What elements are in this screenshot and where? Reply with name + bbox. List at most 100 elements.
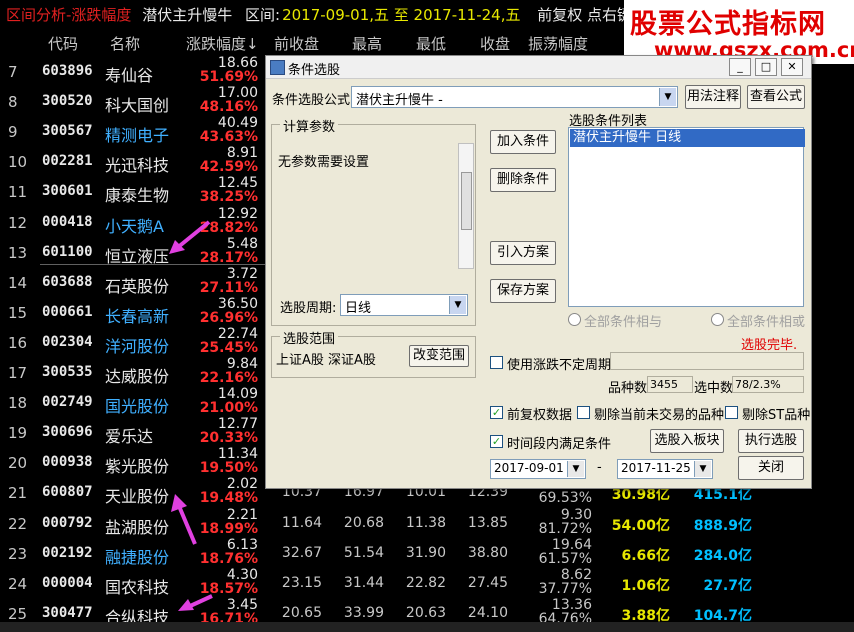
col-close[interactable]: 收盘 — [480, 33, 510, 54]
col-name[interactable]: 名称 — [110, 33, 140, 54]
table-row[interactable]: 24 000004 国农科技 4.30 18.57% 23.15 31.44 22.82 27.… — [0, 567, 854, 599]
period-select[interactable]: 日线 ▼ — [340, 294, 468, 316]
stock-code: 603688 — [42, 273, 93, 290]
add-to-block-button[interactable]: 选股入板块 — [650, 429, 724, 453]
range-label: 区间: — [245, 6, 281, 24]
close-icon[interactable]: ✕ — [781, 58, 803, 76]
stock-name: 爱乐达 — [105, 427, 154, 447]
stock-name: 光迅科技 — [105, 156, 170, 176]
usage-notes-button[interactable]: 用法注释 — [685, 85, 741, 109]
change-percent: 19.50% — [199, 460, 258, 477]
adjusted-data-checkbox[interactable]: ✓ — [490, 406, 503, 419]
count-label: 品种数 — [608, 381, 648, 396]
row-index: 7 — [8, 63, 18, 81]
stock-code: 000661 — [42, 303, 93, 320]
high-price: 51.54 — [343, 544, 384, 561]
change-percent: 51.69% — [199, 69, 258, 85]
high-price: 33.99 — [343, 604, 384, 621]
run-screen-button[interactable]: 执行选股 — [738, 429, 804, 453]
period-condition-checkbox[interactable]: ✓ — [490, 435, 503, 448]
window-title: 区间分析-涨跌幅度 — [6, 6, 132, 24]
stock-code: 000418 — [42, 213, 93, 230]
formula-select[interactable]: 潜伏主升慢牛 - ▼ — [351, 86, 678, 108]
row-index: 17 — [8, 364, 28, 382]
use-period-checkbox[interactable] — [490, 356, 503, 369]
condition-list-item[interactable]: 潜伏主升慢牛 日线 — [570, 129, 805, 147]
prev-close: 32.67 — [281, 544, 322, 561]
stock-name: 石英股份 — [105, 276, 170, 296]
exclude-untraded-label: 剔除当前未交易的品种 — [594, 408, 725, 423]
change-percent: 20.33% — [199, 430, 258, 447]
change-percent: 25.45% — [199, 339, 258, 356]
change-percent: 18.76% — [199, 550, 258, 567]
params-group: 计算参数 无参数需要设置 选股周期: 日线 ▼ — [271, 116, 476, 326]
add-condition-button[interactable]: 加入条件 — [490, 130, 556, 154]
exclude-untraded-checkbox[interactable] — [577, 406, 590, 419]
use-period-label: 使用涨跌不定周期 — [507, 358, 612, 373]
stock-name: 盐湖股份 — [105, 517, 170, 537]
view-formula-button[interactable]: 查看公式 — [747, 85, 805, 109]
stock-name: 紫光股份 — [105, 457, 170, 477]
turnover-amount: 6.66亿 — [621, 547, 670, 564]
date-to-picker[interactable]: 2017-11-25 ▼ — [617, 459, 713, 479]
table-row[interactable]: 23 002192 融捷股份 6.13 18.76% 32.67 51.54 31.90 38.… — [0, 537, 854, 569]
row-index: 9 — [8, 123, 18, 142]
radio-or[interactable] — [711, 313, 724, 326]
stock-code: 603896 — [42, 63, 93, 79]
col-low[interactable]: 最低 — [416, 33, 446, 54]
condition-list[interactable]: 潜伏主升慢牛 日线 — [568, 127, 805, 307]
stock-name: 小天鹅A — [105, 216, 164, 236]
col-high[interactable]: 最高 — [352, 33, 382, 54]
row-index: 25 — [8, 604, 28, 623]
amplitude-percent: 81.72% — [538, 520, 592, 537]
stock-code: 300696 — [42, 424, 93, 441]
app-icon — [270, 60, 285, 75]
minimize-button[interactable]: _ — [729, 58, 751, 76]
amplitude-percent: 69.53% — [538, 490, 592, 507]
scope-group: 选股范围 上证A股 深证A股 改变范围 — [271, 328, 476, 378]
dialog-title-bar: 条件选股 _ □ ✕ — [266, 56, 811, 79]
stock-code: 000938 — [42, 454, 93, 471]
date-from-picker[interactable]: 2017-09-01 ▼ — [490, 459, 586, 479]
close-button[interactable]: 关闭 — [738, 456, 804, 480]
stock-code: 300567 — [42, 123, 93, 140]
change-percent: 42.59% — [199, 159, 258, 176]
column-header: 代码 名称 涨跌幅度↓ 前收盘 最高 最低 收盘 振荡幅度 — [0, 30, 854, 56]
maximize-button[interactable]: □ — [755, 58, 777, 76]
chevron-down-icon[interactable]: ▼ — [659, 88, 676, 106]
chevron-down-icon[interactable]: ▼ — [694, 461, 711, 477]
stock-code: 002749 — [42, 394, 93, 411]
exclude-st-label: 剔除ST品种 — [742, 408, 811, 423]
import-scheme-button[interactable]: 引入方案 — [490, 241, 556, 265]
range-value: 2017-09-01,五 至 2017-11-24,五 — [282, 6, 521, 24]
scroll-thumb[interactable] — [461, 172, 472, 230]
col-amplitude[interactable]: 振荡幅度 — [528, 33, 588, 54]
stock-name: 康泰生物 — [105, 186, 170, 206]
delete-condition-button[interactable]: 删除条件 — [490, 168, 556, 192]
col-code[interactable]: 代码 — [48, 33, 78, 54]
table-row[interactable]: 22 000792 盐湖股份 2.21 18.99% 11.64 20.68 11.38 13.… — [0, 507, 854, 539]
save-scheme-button[interactable]: 保存方案 — [490, 279, 556, 303]
adjusted-data-label: 前复权数据 — [507, 408, 573, 423]
exclude-st-checkbox[interactable] — [725, 406, 738, 419]
stock-code: 300477 — [42, 604, 93, 621]
stock-screener-dialog: 条件选股 _ □ ✕ 条件选股公式 潜伏主升慢牛 - ▼ 用法注释 查看公式 计… — [265, 55, 812, 489]
radio-and[interactable] — [568, 313, 581, 326]
chevron-down-icon[interactable]: ▼ — [567, 461, 584, 477]
scope-text: 上证A股 深证A股 — [276, 353, 376, 368]
period-progress — [610, 352, 804, 370]
pointer-arrow-3 — [178, 594, 213, 611]
change-percent: 38.25% — [199, 189, 258, 206]
col-prev-close[interactable]: 前收盘 — [274, 33, 319, 54]
formula-name: 潜伏主升慢牛 — [142, 6, 233, 24]
stock-name: 天业股份 — [105, 487, 170, 507]
dialog-title: 条件选股 — [288, 63, 341, 78]
chevron-down-icon[interactable]: ▼ — [449, 296, 466, 314]
change-scope-button[interactable]: 改变范围 — [409, 345, 469, 367]
radio-and-label: 全部条件相与 — [584, 315, 663, 330]
stock-name: 精测电子 — [105, 126, 170, 146]
col-change[interactable]: 涨跌幅度↓ — [186, 33, 259, 54]
prev-close: 23.15 — [281, 574, 322, 591]
row-index: 16 — [8, 333, 28, 352]
params-scrollbar[interactable] — [458, 143, 474, 269]
